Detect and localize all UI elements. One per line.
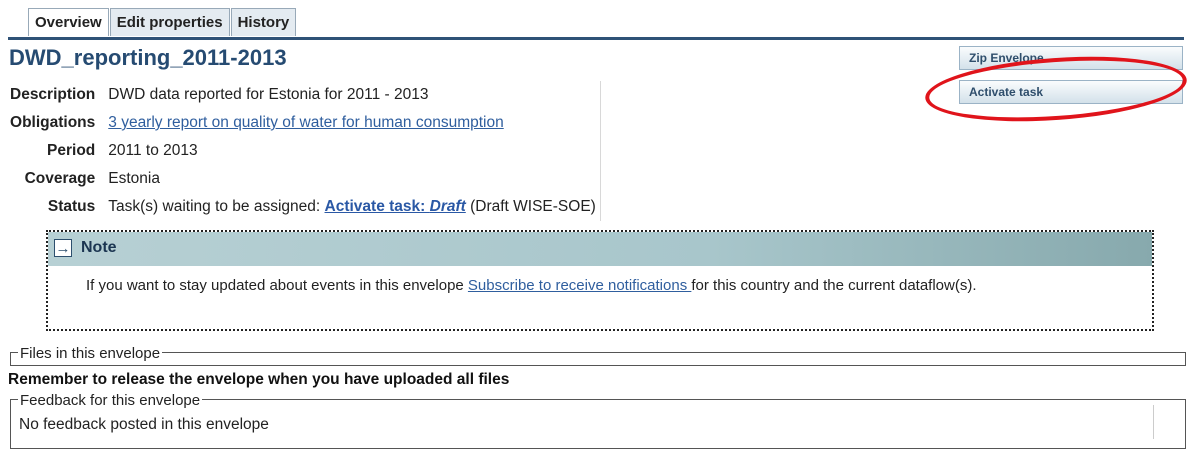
period-label: Period [47,142,96,159]
status-value: Task(s) waiting to be assigned: Activate… [108,193,601,221]
feedback-legend: Feedback for this envelope [18,392,203,409]
coverage-label: Coverage [24,170,96,187]
coverage-value: Estonia [108,165,601,193]
files-fieldset [10,352,1186,366]
arrow-right-icon: → [54,239,72,257]
obligations-link[interactable]: 3 yearly report on quality of water for … [108,114,503,131]
obligations-label: Obligations [10,114,96,131]
tab-edit-properties[interactable]: Edit properties [109,8,230,36]
feedback-divider [1153,405,1154,439]
note-text-before: If you want to stay updated about events… [86,277,468,294]
files-legend: Files in this envelope [18,345,163,362]
feedback-empty-text: No feedback posted in this envelope [19,416,269,433]
activate-task-link-text: Activate task: [324,198,430,215]
status-prefix: Task(s) waiting to be assigned: [108,198,325,215]
note-body: If you want to stay updated about events… [86,275,1096,296]
period-value: 2011 to 2013 [108,137,601,165]
activate-task-link[interactable]: Activate task: Draft [325,198,466,215]
note-text-after: for this country and the current dataflo… [691,277,977,294]
note-header: → Note [48,232,1152,266]
status-label: Status [47,198,96,215]
activate-task-button[interactable]: Activate task [959,80,1183,104]
tab-bar: Overview Edit properties History [28,8,297,36]
description-label: Description [10,86,96,103]
page-title: DWD_reporting_2011-2013 [9,45,287,70]
draft-link-emphasis: Draft [429,198,466,215]
subscribe-link[interactable]: Subscribe to receive notifications [468,277,691,294]
envelope-properties: Description DWD data reported for Estoni… [10,81,601,221]
tab-overview[interactable]: Overview [28,8,109,36]
description-value: DWD data reported for Estonia for 2011 -… [108,81,601,109]
note-title: Note [81,239,117,256]
release-reminder: Remember to release the envelope when yo… [8,371,510,388]
note-box: → Note If you want to stay updated about… [46,230,1154,331]
tab-history[interactable]: History [230,8,297,36]
status-suffix: (Draft WISE-SOE) [465,198,596,215]
zip-envelope-button[interactable]: Zip Envelope [959,46,1183,70]
tab-underline [8,37,1184,40]
